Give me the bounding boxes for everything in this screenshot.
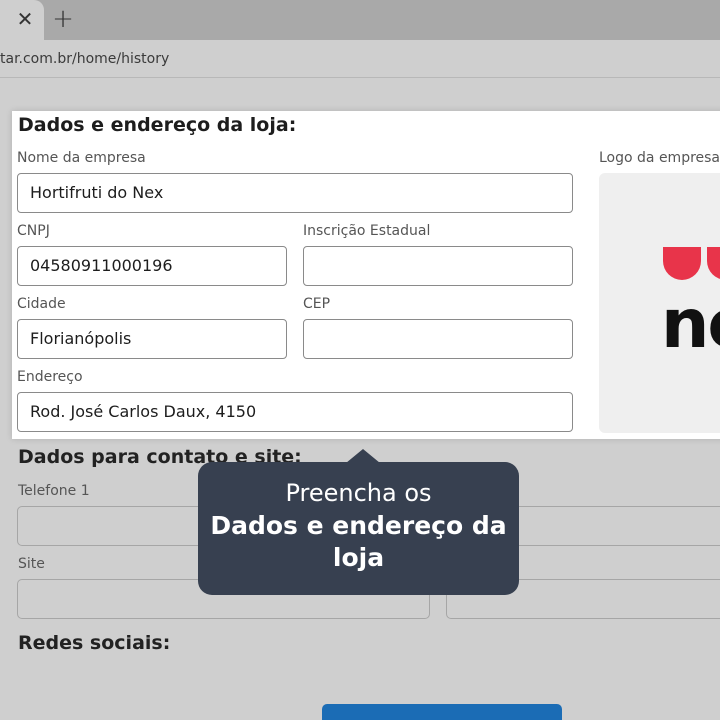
close-icon[interactable]: ✕ bbox=[14, 8, 36, 30]
cnpj-label: CNPJ bbox=[17, 223, 50, 239]
state-registration-label: Inscrição Estadual bbox=[303, 223, 431, 239]
company-name-input[interactable]: Hortifruti do Nex bbox=[17, 173, 573, 213]
address-label: Endereço bbox=[17, 369, 83, 385]
save-button[interactable] bbox=[322, 704, 562, 720]
url-text[interactable]: tar.com.br/home/history bbox=[0, 51, 169, 67]
tooltip-text-line2: Dados e endereço da loja bbox=[210, 511, 507, 572]
cnpj-input[interactable]: 04580911000196 bbox=[17, 246, 287, 286]
city-input[interactable]: Florianópolis bbox=[17, 319, 287, 359]
address-bar[interactable]: tar.com.br/home/history bbox=[0, 40, 720, 78]
company-name-label: Nome da empresa bbox=[17, 150, 146, 166]
tooltip-arrow bbox=[346, 449, 380, 463]
onboarding-tooltip: Preencha os Dados e endereço da loja bbox=[198, 462, 519, 595]
browser-tab-bar: ✕ + bbox=[0, 0, 720, 40]
logo-wordmark: ne bbox=[661, 285, 720, 364]
city-label: Cidade bbox=[17, 296, 66, 312]
cep-label: CEP bbox=[303, 296, 331, 312]
state-registration-input[interactable] bbox=[303, 246, 573, 286]
address-input[interactable]: Rod. José Carlos Daux, 4150 bbox=[17, 392, 573, 432]
social-section-title: Redes sociais: bbox=[18, 632, 171, 654]
new-tab-icon[interactable]: + bbox=[50, 6, 76, 32]
site-label: Site bbox=[18, 556, 45, 572]
card-title: Dados e endereço da loja: bbox=[18, 114, 297, 136]
logo-mark-icon bbox=[663, 247, 720, 280]
store-data-card: Dados e endereço da loja: Nome da empres… bbox=[12, 111, 720, 439]
logo-upload-area[interactable]: ne bbox=[599, 173, 720, 433]
cep-input[interactable] bbox=[303, 319, 573, 359]
browser-tab[interactable]: ✕ bbox=[0, 0, 44, 40]
tooltip-text-line1: Preencha os bbox=[285, 479, 432, 507]
logo-label: Logo da empresa bbox=[599, 150, 720, 166]
phone1-label: Telefone 1 bbox=[18, 483, 90, 499]
